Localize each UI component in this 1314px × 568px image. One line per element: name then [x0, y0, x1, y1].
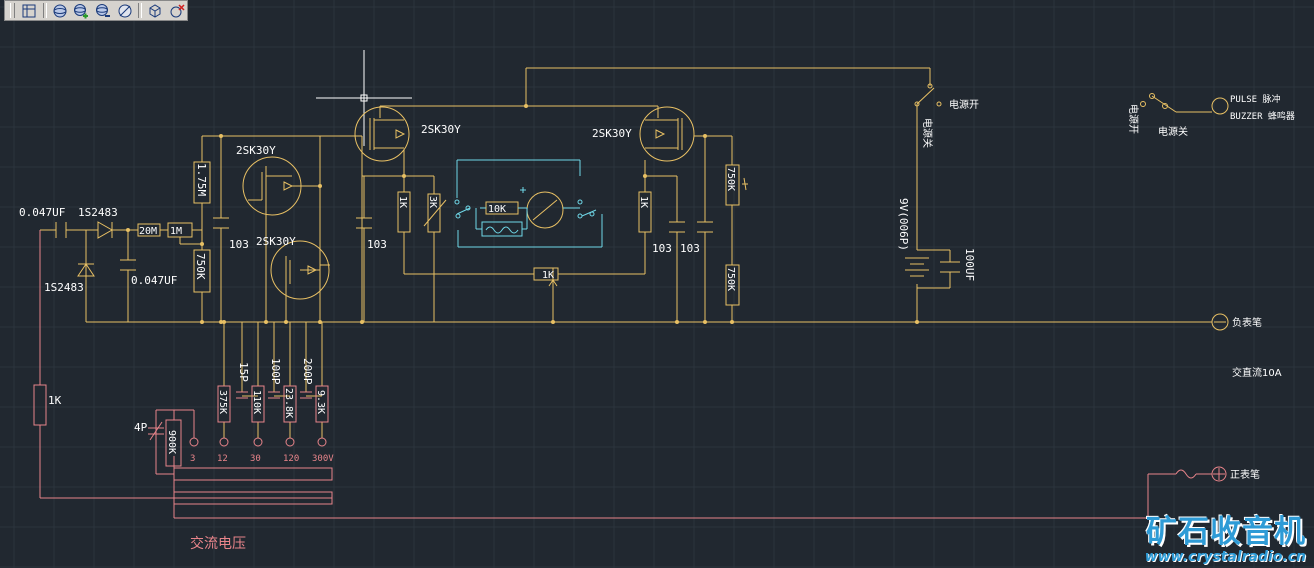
power-off-v-label: 电源关	[921, 118, 934, 148]
c200p-label: 200P	[301, 358, 314, 385]
power-off-label: 电源关	[1158, 125, 1188, 138]
c100p-label: 100P	[269, 358, 282, 385]
no-orbit-icon[interactable]	[114, 2, 135, 20]
watermark-title: 矿石收音机	[1146, 514, 1306, 550]
d1-label: 1S2483	[78, 206, 118, 219]
toolbar-separator	[42, 3, 47, 18]
c15p-label: 15P	[237, 362, 250, 382]
neg-probe-label: 负表笔	[1232, 316, 1262, 329]
watermark-url: www.crystalradio.cn	[1144, 549, 1306, 565]
main-circuit-wires	[40, 67, 1212, 438]
range-3-label: 3	[190, 454, 195, 464]
r20m-label: 20M	[139, 226, 157, 237]
power-on-label: 电源开	[949, 98, 979, 111]
q1-label: 2SK30Y	[421, 123, 461, 136]
r238k-label: 23.8K	[283, 388, 294, 418]
r750b-label: 750K	[725, 167, 736, 191]
cursor-crosshair	[316, 50, 412, 146]
junction-dots	[126, 104, 919, 324]
pulse-label: PULSE 脉冲	[1230, 93, 1281, 105]
toolbar-grip[interactable]	[10, 3, 15, 18]
range-12-label: 12	[217, 454, 228, 464]
q4-label: 2SK30Y	[592, 127, 632, 140]
schematic-canvas[interactable]: 2SK30Y 2SK30Y 2SK30Y 2SK30Y 0.047UF 1S24…	[0, 0, 1314, 568]
c103b-label: 103	[367, 238, 387, 251]
r10k-label: 10K	[488, 204, 506, 215]
grid	[0, 0, 1314, 568]
c4p-label: 4P	[134, 421, 148, 434]
r175-label: 1.75M	[195, 163, 208, 196]
pulse-switch	[1140, 93, 1229, 115]
power-on-v-label: 电源开	[1127, 104, 1140, 134]
orbit-remove-icon[interactable]	[93, 2, 114, 20]
q3-label: 2SK30Y	[256, 235, 296, 248]
buzzer-label: BUZZER 蜂鸣器	[1230, 110, 1295, 122]
r1ka-label: 1K	[397, 196, 408, 208]
range-30-label: 30	[250, 454, 261, 464]
orbit-add-icon[interactable]	[71, 2, 92, 20]
c103a-label: 103	[229, 238, 249, 251]
watermark: 矿石收音机 www.crystalradio.cn	[1145, 506, 1306, 565]
c-in-label: 0.047UF	[19, 206, 65, 219]
q2-label: 2SK30Y	[236, 144, 276, 157]
r93k-label: 9.3K	[315, 390, 326, 414]
range-300v-label: 300V	[312, 454, 334, 464]
r1k-pot-label: 1K	[542, 270, 554, 281]
box-icon[interactable]	[145, 2, 166, 20]
range-120-label: 120	[283, 454, 299, 464]
r110k-label: 110K	[251, 390, 262, 414]
r750c-label: 750K	[725, 267, 736, 291]
r900k-label: 900K	[166, 430, 177, 454]
r1k-meter-label: 1K	[48, 394, 62, 407]
r1m-label: 1M	[170, 226, 182, 237]
range-resistors	[217, 385, 329, 423]
r1kb-label: 1K	[638, 196, 649, 208]
toolbar-separator	[137, 3, 142, 18]
acdc-label: 交直流10A	[1232, 366, 1282, 379]
view-toolbar	[4, 0, 188, 21]
r3k-label: 3K	[427, 196, 438, 208]
box-delete-icon[interactable]	[166, 2, 187, 20]
meter-wires	[33, 230, 1227, 519]
c103d-label: 103	[680, 242, 700, 255]
pos-probe-label: 正表笔	[1230, 468, 1260, 481]
c100uf-label: 100UF	[963, 248, 976, 281]
c103c-label: 103	[652, 242, 672, 255]
r750a-label: 750K	[194, 253, 207, 280]
r375k-label: 375K	[217, 390, 228, 414]
battery-label: 9V(006P)	[897, 198, 910, 251]
c047-label: 0.047UF	[131, 274, 177, 287]
ac-voltage-label: 交流电压	[190, 535, 246, 552]
d2-label: 1S2483	[44, 281, 84, 294]
viewport-icon[interactable]	[19, 2, 40, 20]
orbit-icon[interactable]	[50, 2, 71, 20]
